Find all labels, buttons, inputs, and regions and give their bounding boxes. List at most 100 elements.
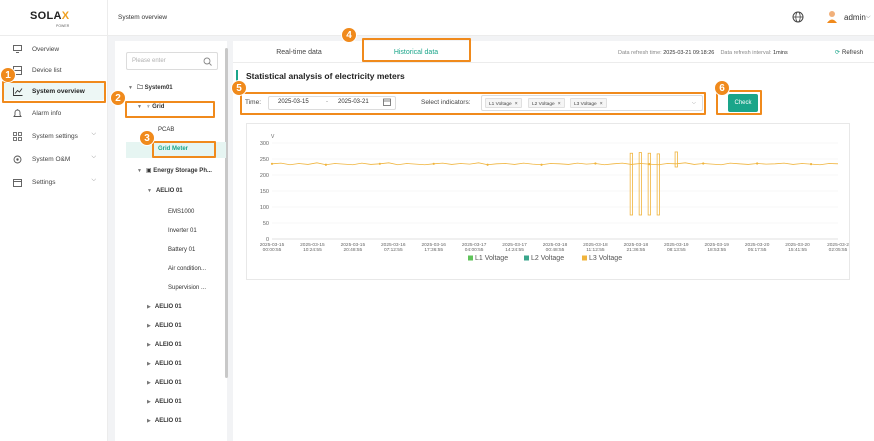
- tree-node-aelio-expanded[interactable]: ▼ AELIO 01: [147, 188, 183, 194]
- nav-item-label: System O&M: [32, 155, 71, 163]
- series-line-l3-voltage: [271, 162, 839, 166]
- annotation-badge-3: 3: [139, 130, 155, 146]
- tree-node-aelio[interactable]: ▶ AELIO 01: [147, 418, 182, 424]
- username[interactable]: admin: [844, 13, 866, 22]
- nav-item-label: System settings: [32, 132, 78, 140]
- annotation-badge-2: 2: [110, 90, 126, 106]
- tree-node-energy-storage[interactable]: ▼ ▣ Energy Storage Ph...: [137, 167, 212, 174]
- tree-node-aelio[interactable]: ▶ AELIO 01: [147, 304, 182, 310]
- refresh-interval-value: 1mins: [773, 50, 788, 56]
- x-tick-label-time: 05:17:55: [748, 247, 767, 253]
- tree-scrollbar[interactable]: [225, 48, 228, 378]
- annotation-badge-5: 5: [231, 80, 247, 96]
- x-tick-label-time: 02:05:55: [829, 247, 848, 253]
- refresh-info: Data refresh time: 2025-03-21 09:18:26 D…: [618, 50, 788, 56]
- caret-right-icon: ▶: [147, 418, 151, 424]
- caret-right-icon: ▶: [147, 342, 151, 348]
- section-title: Statistical analysis of electricity mete…: [246, 71, 405, 81]
- nav-item-system-om[interactable]: System O&M ⌵: [4, 150, 104, 168]
- dropout-spike: [647, 152, 651, 216]
- caret-down-icon: ▼: [128, 85, 133, 91]
- annotation-badge-4: 4: [341, 27, 357, 43]
- x-tick-label-time: 21:36:55: [627, 247, 646, 253]
- legend-swatch: [468, 255, 473, 261]
- voltage-line-chart: V0501001502002503002025-03-1500:00:55202…: [260, 134, 850, 262]
- tree-node-aelio[interactable]: ▶ AELIO 01: [147, 380, 182, 386]
- x-tick-label-time: 10:24:55: [303, 247, 322, 253]
- logo: SOLAX POWER: [0, 0, 108, 36]
- avatar[interactable]: [826, 10, 838, 24]
- x-tick-label-time: 17:36:55: [424, 247, 443, 253]
- y-tick-label: 50: [263, 221, 269, 227]
- logo-text: SOLAX: [30, 10, 70, 22]
- nav-item-label: Device list: [32, 66, 62, 74]
- refresh-time-value: 2025-03-21 09:18:26: [663, 50, 715, 56]
- tree-search-input[interactable]: Please enter: [126, 52, 218, 70]
- y-tick-label: 300: [260, 141, 269, 147]
- tree-node-aelio[interactable]: ▶ AELIO 01: [147, 399, 182, 405]
- y-axis-unit-label: V: [271, 134, 275, 140]
- series-point: [540, 163, 543, 166]
- series-point: [702, 162, 705, 165]
- series-point: [594, 162, 597, 165]
- nav-item-alarm-info[interactable]: Alarm info: [4, 104, 104, 122]
- dropout-spike: [638, 152, 642, 216]
- tree-node-system[interactable]: ▼ 🗀 System01: [128, 83, 173, 93]
- nav-item-settings[interactable]: Settings ⌵: [4, 173, 104, 191]
- refresh-button[interactable]: ⟳ Refresh: [835, 49, 863, 56]
- tree-node-ems[interactable]: EMS1000: [168, 209, 194, 215]
- tab-realtime-data[interactable]: Real-time data: [236, 42, 362, 62]
- tabs-divider: [233, 62, 874, 63]
- tree-node-inverter[interactable]: Inverter 01: [168, 228, 197, 234]
- caret-right-icon: ▶: [147, 380, 151, 386]
- caret-right-icon: ▶: [147, 399, 151, 405]
- nav-item-label: Settings: [32, 178, 56, 186]
- grid-settings-icon: [12, 131, 23, 141]
- nav-item-label: Overview: [32, 45, 60, 53]
- tree-node-air-conditioner[interactable]: Air condition...: [168, 266, 206, 272]
- annotation-box-2: [125, 101, 215, 118]
- series-point: [648, 163, 651, 166]
- search-icon[interactable]: [203, 57, 212, 66]
- x-tick-label-time: 15:41:55: [788, 247, 807, 253]
- nav-item-overview[interactable]: Overview: [4, 40, 104, 58]
- om-icon: [12, 155, 23, 164]
- series-point: [432, 162, 435, 165]
- y-tick-label: 100: [260, 205, 269, 211]
- x-tick-label-time: 00:00:55: [263, 247, 282, 253]
- x-tick-label-time: 18:53:55: [707, 247, 726, 253]
- series-point: [756, 162, 759, 165]
- tree-node-pcab[interactable]: PCAB: [158, 127, 174, 133]
- globe-icon[interactable]: [792, 11, 804, 23]
- nav-item-label: Alarm info: [32, 109, 62, 117]
- dropout-spike: [656, 153, 660, 216]
- tree-node-battery[interactable]: Battery 01: [168, 247, 195, 253]
- dropout-spike: [629, 152, 633, 216]
- y-tick-label: 250: [260, 157, 269, 163]
- series-point: [324, 163, 328, 166]
- tree-node-aleio[interactable]: ▶ ALEIO 01: [147, 342, 182, 348]
- chevron-down-icon[interactable]: ⌵: [866, 14, 871, 21]
- series-point: [270, 162, 274, 165]
- refresh-icon: ⟳: [835, 50, 841, 56]
- annotation-badge-6: 6: [714, 80, 730, 96]
- page-title: System overview: [118, 14, 168, 21]
- y-tick-label: 150: [260, 189, 269, 195]
- nav-item-system-settings[interactable]: System settings ⌵: [4, 127, 104, 145]
- chevron-down-icon: ⌵: [91, 131, 96, 137]
- annotation-badge-1: 1: [0, 67, 16, 83]
- dropout-spike: [674, 151, 678, 168]
- nav-item-device-list[interactable]: Device list: [4, 61, 104, 79]
- tree-node-supervision[interactable]: Supervision ...: [168, 285, 206, 291]
- tree-node-aelio[interactable]: ▶ AELIO 01: [147, 323, 182, 329]
- x-tick-label-time: 07:12:55: [384, 247, 403, 253]
- legend-label: L3 Voltage: [589, 255, 622, 262]
- caret-down-icon: ▼: [147, 188, 152, 194]
- x-tick-label-time: 20:48:55: [344, 247, 363, 253]
- tree-node-aelio[interactable]: ▶ AELIO 01: [147, 361, 182, 367]
- caret-right-icon: ▶: [147, 323, 151, 329]
- monitor-icon: [12, 45, 23, 53]
- caret-down-icon: ▼: [137, 168, 142, 174]
- legend-label: L1 Voltage: [475, 255, 508, 262]
- x-tick-label-time: 00:48:55: [546, 247, 565, 253]
